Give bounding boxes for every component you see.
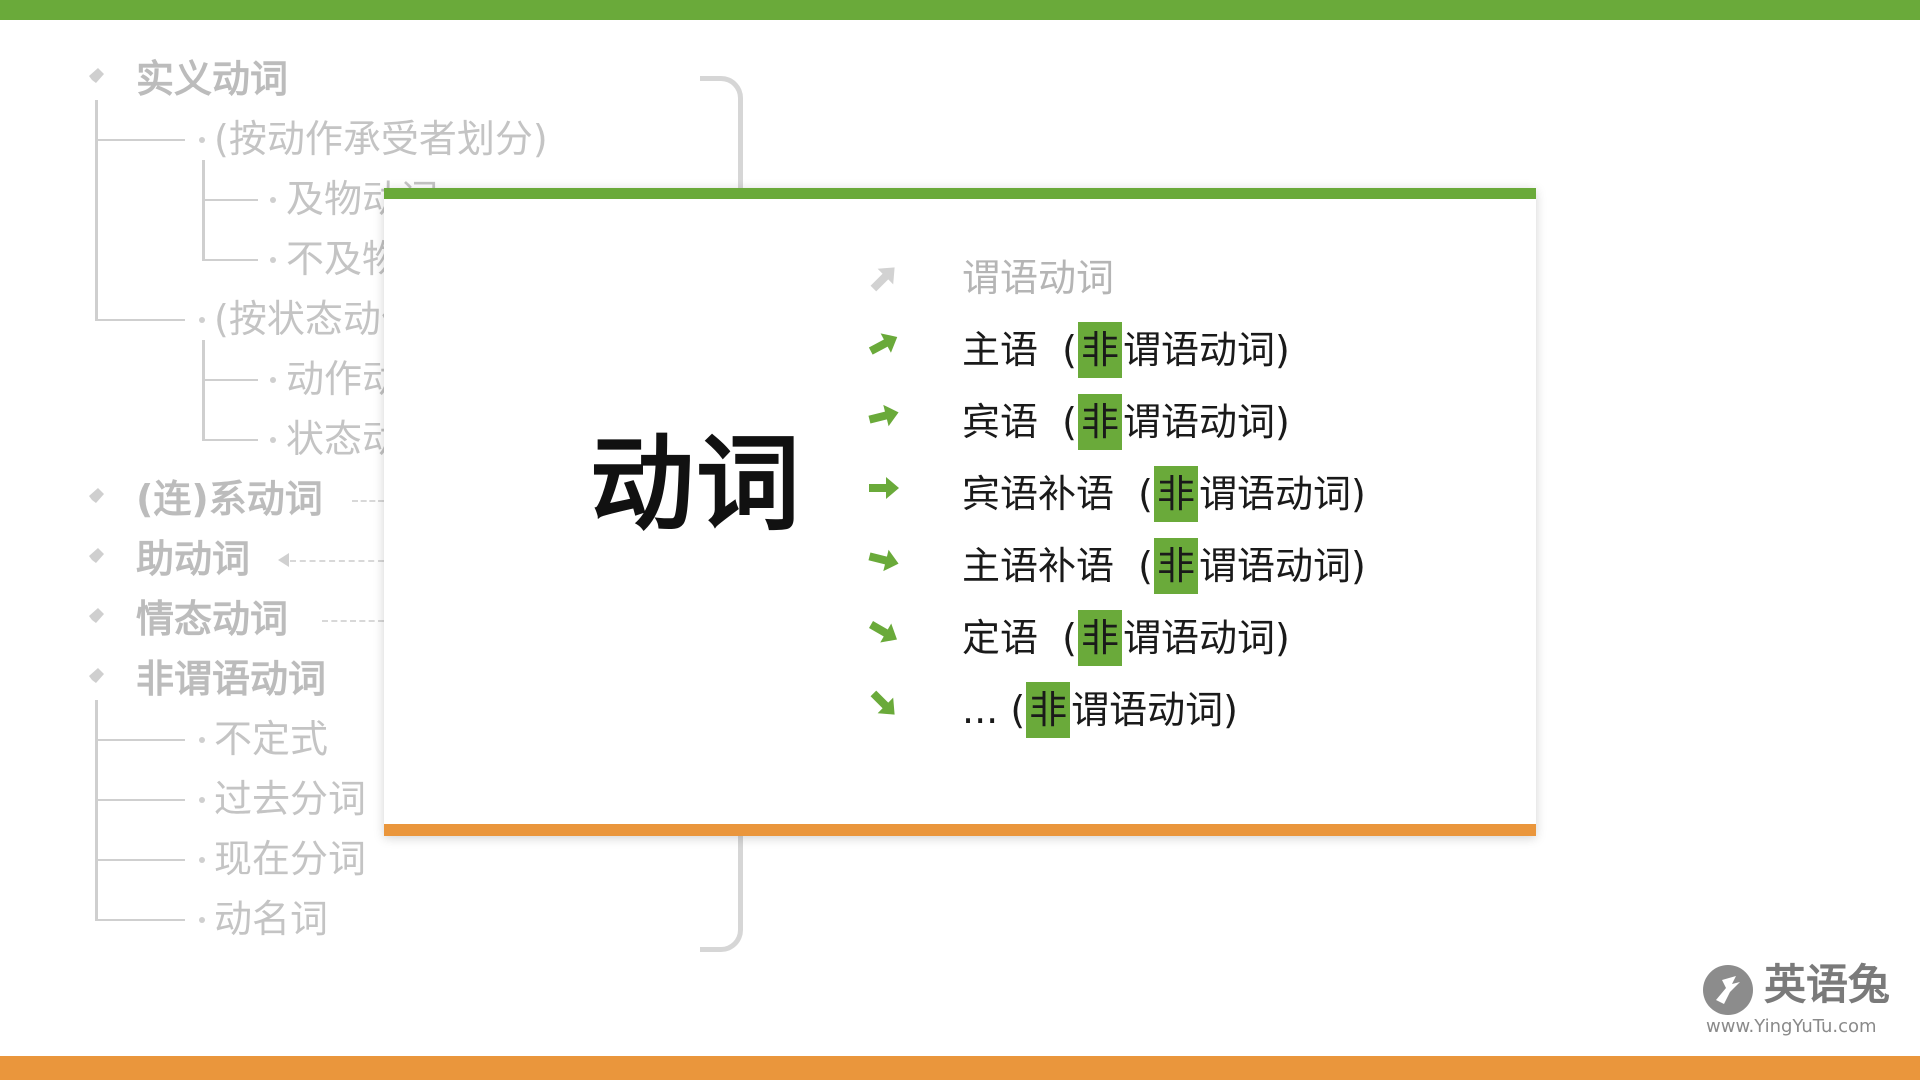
highlight-fei: 非: [1026, 682, 1071, 738]
function-item-label: 主语补语 (非谓语动词): [962, 538, 1366, 594]
tree-child-label: 动名词: [214, 897, 329, 941]
tree-connector: [95, 739, 185, 741]
arrow-right-icon: [868, 404, 899, 427]
tree-connector: [202, 259, 258, 261]
highlight-fei: 非: [1153, 466, 1198, 522]
function-item-label: 谓语动词: [962, 256, 1115, 300]
bullet-dot: [199, 797, 205, 803]
pushpin-icon: [84, 668, 104, 688]
function-item-label: 宾语补语 (非谓语动词): [962, 466, 1366, 522]
bottom-accent-bar: [0, 1056, 1920, 1080]
card-bottom-accent: [384, 824, 1536, 836]
tree-child-label: 现在分词: [214, 837, 367, 881]
tree-connector: [95, 700, 98, 920]
tree-connector: [95, 919, 185, 921]
tree-child-label: (按动作承受者划分): [214, 117, 548, 161]
arrow-right-icon: [869, 477, 899, 499]
bullet-dot: [199, 737, 205, 743]
bullet-dot: [199, 917, 205, 923]
arrow-down-right-icon: [868, 549, 899, 572]
bullet-dot: [199, 317, 205, 323]
arrow-down-right-icon: [869, 621, 897, 643]
pushpin-icon: [84, 488, 104, 508]
bullet-dot: [270, 437, 276, 443]
brand-logo: 英语兔 www.YingYuTu.com: [1700, 960, 1900, 1040]
dashed-connector: [322, 620, 384, 622]
tree-connector: [202, 340, 205, 440]
highlight-fei: 非: [1153, 538, 1198, 594]
pushpin-icon: [84, 68, 104, 88]
tree-connector: [202, 199, 258, 201]
tree-child-label: 过去分词: [214, 777, 367, 821]
highlight-fei: 非: [1077, 322, 1122, 378]
function-item-label: 主语 (非谓语动词): [962, 322, 1290, 378]
tree-connector: [202, 379, 258, 381]
tree-connector: [95, 859, 185, 861]
dashed-connector: [352, 500, 384, 502]
bullet-dot: [199, 857, 205, 863]
arrow-up-right-icon: [868, 333, 898, 355]
bullet-dot: [270, 377, 276, 383]
tree-connector: [202, 160, 205, 260]
pushpin-icon: [84, 548, 104, 568]
tree-connector: [95, 100, 98, 320]
arrow-down-right-icon: [870, 690, 895, 715]
bullet-dot: [270, 197, 276, 203]
dashed-connector: [290, 560, 384, 562]
tree-connector: [202, 439, 258, 441]
highlight-fei: 非: [1077, 610, 1122, 666]
function-item-label: 宾语 (非谓语动词): [962, 394, 1290, 450]
tree-connector: [95, 139, 185, 141]
card-top-accent: [384, 188, 1536, 199]
verb-function-card: 动词 谓语动词 主语 (非谓语动词) 宾语 (非谓语动词) 宾语补语 (非谓语动…: [384, 188, 1536, 836]
tree-connector: [95, 319, 185, 321]
highlight-fei: 非: [1077, 394, 1122, 450]
function-item-label: ... (非谓语动词): [962, 682, 1238, 738]
arrow-up-right-icon: [870, 267, 895, 292]
brand-name: 英语兔: [1764, 960, 1891, 1009]
tree-child-label: 不定式: [214, 717, 329, 761]
tree-root-label: 情态动词: [136, 597, 289, 641]
function-item-label: 定语 (非谓语动词): [962, 610, 1290, 666]
rabbit-logo-icon: [1703, 965, 1753, 1015]
card-title: 动词: [590, 422, 803, 545]
tree-connector: [95, 799, 185, 801]
tree-root-label: (连)系动词: [136, 477, 323, 521]
bullet-dot: [199, 137, 205, 143]
dashed-arrow-head: [278, 553, 289, 567]
bullet-dot: [270, 257, 276, 263]
pushpin-icon: [84, 608, 104, 628]
tree-root-label: 实义动词: [136, 57, 289, 101]
brand-url: www.YingYuTu.com: [1706, 1016, 1877, 1037]
tree-root-label: 非谓语动词: [136, 657, 327, 701]
tree-root-label: 助动词: [136, 537, 251, 581]
